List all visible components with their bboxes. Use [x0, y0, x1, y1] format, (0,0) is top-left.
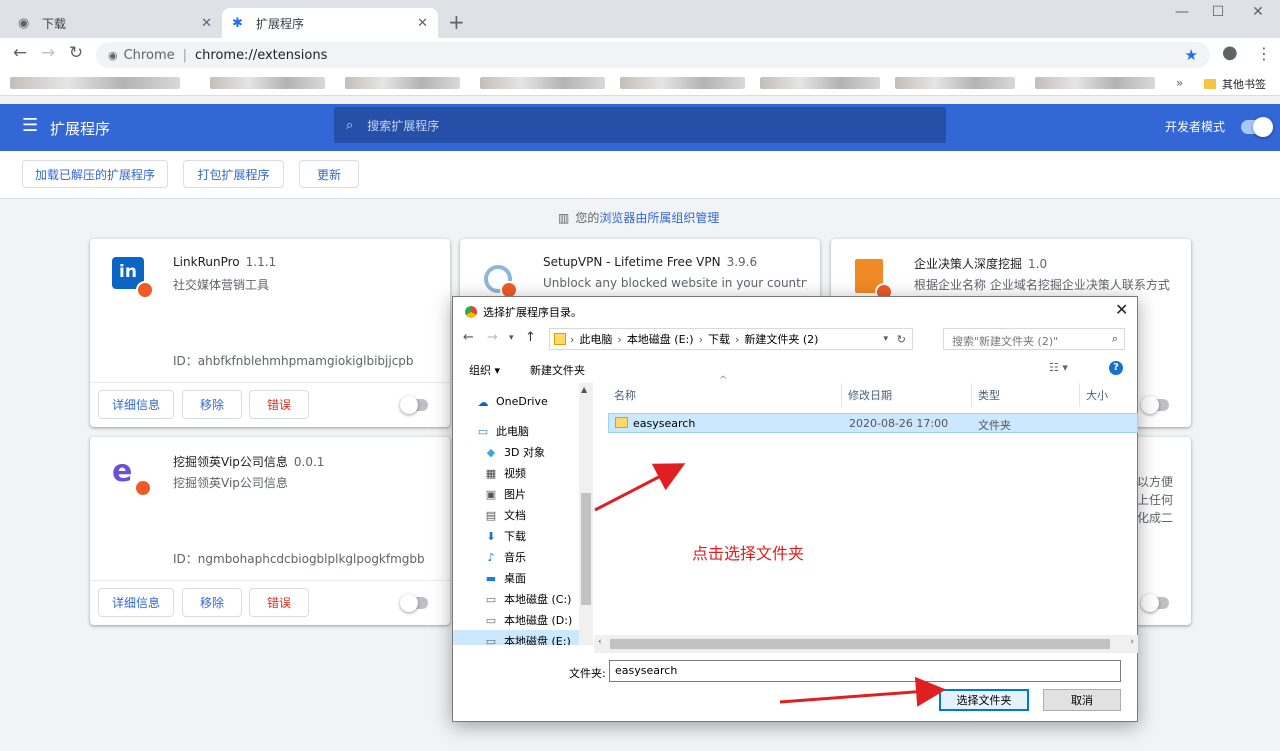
annotation-text: 点击选择文件夹 [692, 544, 805, 563]
annotation-arrow [594, 463, 686, 512]
annotation-arrows [594, 463, 946, 707]
annotation-arrow [779, 676, 946, 707]
